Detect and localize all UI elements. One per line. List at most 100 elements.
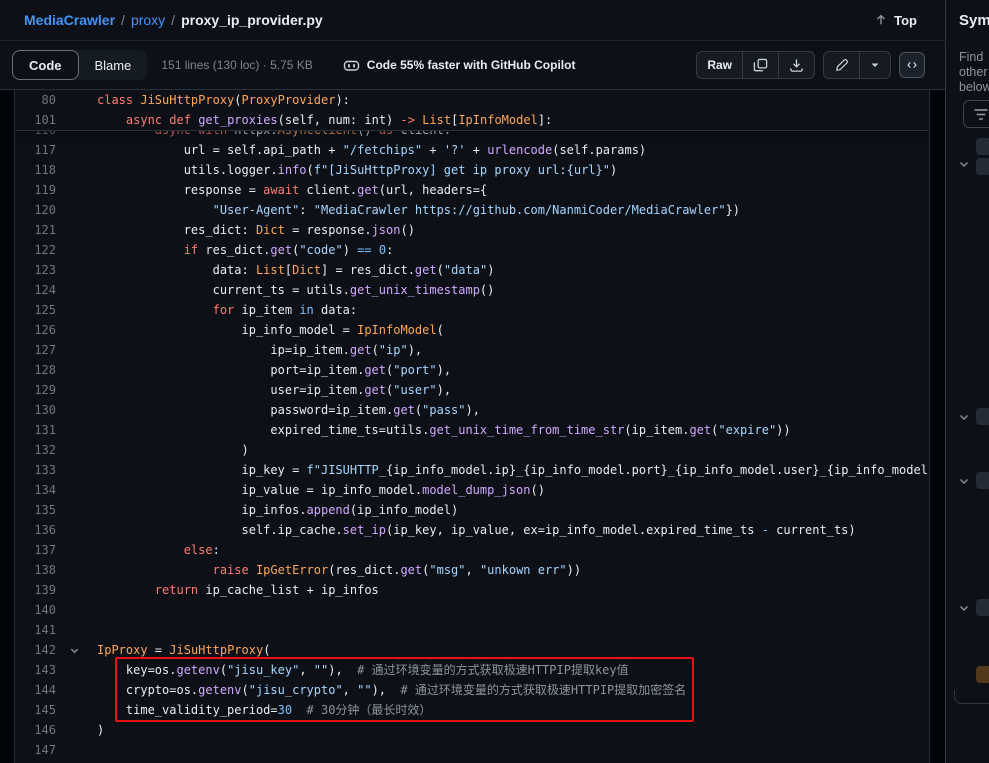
line-number[interactable]: 123 [15,260,56,280]
line-number[interactable]: 129 [15,380,56,400]
code-text: for ip_item in data: [97,300,929,320]
symbol-pill[interactable] [976,472,989,489]
breadcrumb-repo-link[interactable]: MediaCrawler [24,12,115,28]
code-text: expired_time_ts=utils.get_unix_time_from… [97,420,929,440]
symbol-pill[interactable] [976,138,989,155]
code-text: key=os.getenv("jisu_key", ""), # 通过环境变量的… [97,660,929,680]
tab-blame[interactable]: Blame [79,50,148,80]
line-number[interactable]: 138 [15,560,56,580]
line-number[interactable]: 132 [15,440,56,460]
line-number[interactable]: 142 [15,640,56,660]
code-line: 138 raise IpGetError(res_dict.get("msg",… [15,560,929,580]
code-text: url = self.api_path + "/fetchips" + '?' … [97,140,929,160]
filter-icon [974,108,988,121]
symbols-panel: Sym Find other below [945,0,989,763]
filter-button[interactable] [963,100,989,128]
code-line: 129 user=ip_item.get("user"), [15,380,929,400]
code-line: 135 ip_infos.append(ip_info_model) [15,500,929,520]
caret-down-icon [870,60,880,70]
gutter [56,520,97,540]
code-line: 132 ) [15,440,929,460]
file-info: 151 lines (130 loc) · 5.75 KB [161,58,312,72]
line-number[interactable]: 136 [15,520,56,540]
symbol-pill[interactable] [976,666,989,683]
line-number[interactable]: 125 [15,300,56,320]
raw-button[interactable]: Raw [697,52,742,78]
line-number[interactable]: 116 [15,130,56,140]
code-text: port=ip_item.get("port"), [97,360,929,380]
line-number[interactable]: 117 [15,140,56,160]
symbol-pill[interactable] [976,158,989,175]
gutter [56,200,97,220]
line-number[interactable]: 121 [15,220,56,240]
line-number[interactable]: 134 [15,480,56,500]
breadcrumb-separator: / [121,12,125,28]
line-number[interactable]: 140 [15,600,56,620]
file-header: MediaCrawler / proxy / proxy_ip_provider… [0,0,945,90]
line-number[interactable]: 130 [15,400,56,420]
gutter [56,320,97,340]
code-text: ip_key = f"JISUHTTP_{ip_info_model.ip}_{… [97,460,929,480]
gutter [56,400,97,420]
chevron-down-icon[interactable] [958,601,972,615]
tab-code[interactable]: Code [12,50,79,80]
line-number[interactable]: 127 [15,340,56,360]
edit-button[interactable] [824,52,859,78]
download-button[interactable] [778,52,814,78]
collapse-chevron-icon[interactable] [56,640,97,660]
line-number[interactable]: 120 [15,200,56,220]
line-number[interactable]: 144 [15,680,56,700]
code-line: 141 [15,620,929,640]
line-number[interactable]: 133 [15,460,56,480]
code-line: 116 async with httpx.AsyncClient() as cl… [15,130,929,140]
symbols-description-line: below [959,80,989,95]
gutter [56,420,97,440]
code-line: 142 IpProxy = JiSuHttpProxy( [15,640,929,660]
line-number[interactable]: 137 [15,540,56,560]
edit-dropdown-button[interactable] [859,52,890,78]
chevron-down-icon[interactable] [958,410,972,424]
code-text: user=ip_item.get("user"), [97,380,929,400]
symbol-pill[interactable] [976,599,989,616]
line-number[interactable]: 139 [15,580,56,600]
line-number[interactable]: 143 [15,660,56,680]
chevron-down-icon[interactable] [958,157,972,171]
code-text [97,600,929,620]
gutter [56,380,97,400]
code-text: time_validity_period=30 # 30分钟（最长时效） [97,700,929,720]
symbols-description-line: other [959,65,989,80]
breadcrumb-folder-link[interactable]: proxy [131,12,165,28]
code-line: 126 ip_info_model = IpInfoModel( [15,320,929,340]
line-number[interactable]: 135 [15,500,56,520]
line-number[interactable]: 122 [15,240,56,260]
line-number[interactable]: 145 [15,700,56,720]
code-text: IpProxy = JiSuHttpProxy( [97,640,929,660]
line-number[interactable]: 124 [15,280,56,300]
line-number[interactable]: 101 [15,110,56,130]
code-line: 123 data: List[Dict] = res_dict.get("dat… [15,260,929,280]
line-number[interactable]: 141 [15,620,56,640]
gutter [56,360,97,380]
code-text: crypto=os.getenv("jisu_crypto", ""), # 通… [97,680,929,700]
line-number[interactable]: 128 [15,360,56,380]
back-to-top-button[interactable]: Top [874,13,917,28]
line-number[interactable]: 147 [15,740,56,760]
chevron-down-icon[interactable] [958,474,972,488]
code-line: 147 [15,740,929,760]
gutter [56,620,97,640]
code-line: 125 for ip_item in data: [15,300,929,320]
symbols-pane-toggle-button[interactable] [899,52,925,78]
copy-button[interactable] [742,52,778,78]
line-number[interactable]: 118 [15,160,56,180]
line-number[interactable]: 119 [15,180,56,200]
line-number[interactable]: 131 [15,420,56,440]
code-line: 80class JiSuHttpProxy(ProxyProvider): [15,90,929,110]
arrow-up-icon [874,13,888,27]
code-line: 122 if res_dict.get("code") == 0: [15,240,929,260]
line-number[interactable]: 126 [15,320,56,340]
line-number[interactable]: 80 [15,90,56,110]
gutter [56,180,97,200]
line-number[interactable]: 146 [15,720,56,740]
symbol-pill[interactable] [976,408,989,425]
code-text: ) [97,720,929,740]
